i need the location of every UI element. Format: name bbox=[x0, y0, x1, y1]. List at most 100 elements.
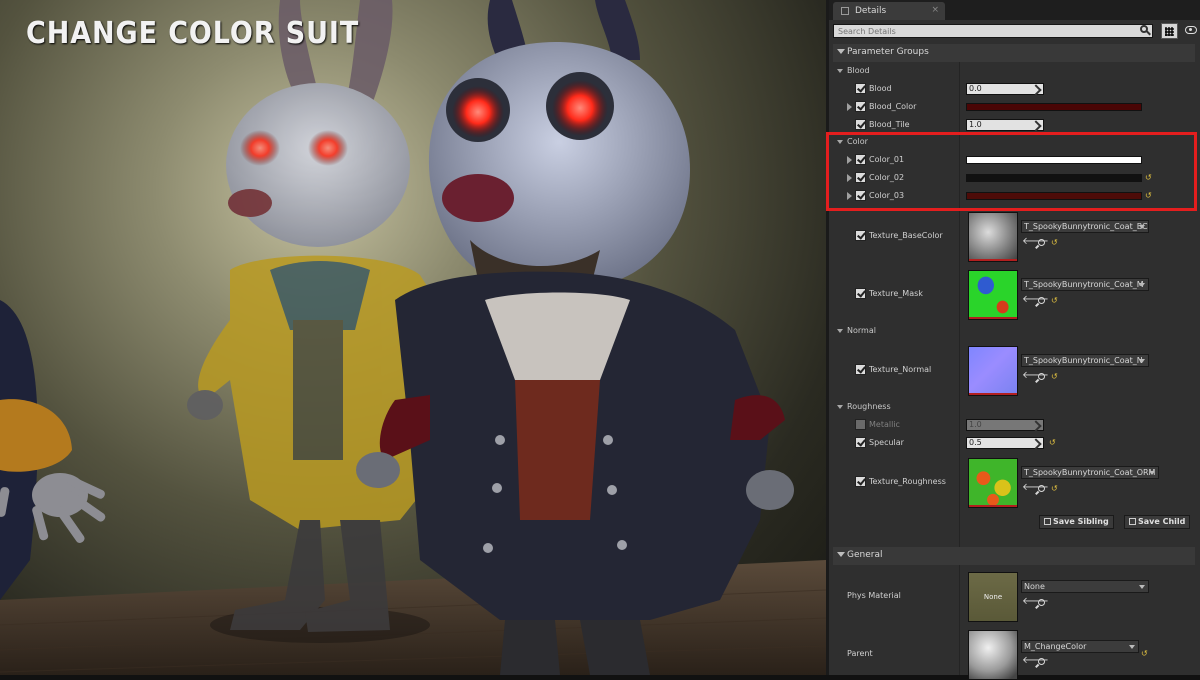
param-label: Specular bbox=[869, 438, 904, 447]
tab-details-label: Details bbox=[855, 6, 887, 16]
texture-thumbnail[interactable] bbox=[968, 346, 1018, 396]
color-03-swatch[interactable] bbox=[966, 192, 1142, 200]
use-selected-arrow-icon[interactable]: 🡐 bbox=[1022, 295, 1049, 305]
grid-icon bbox=[1165, 26, 1174, 36]
asset-picker-dropdown[interactable]: None bbox=[1021, 580, 1149, 593]
browse-icon[interactable] bbox=[1038, 373, 1045, 380]
reset-to-default-icon[interactable]: ↺ bbox=[1051, 297, 1058, 305]
reset-to-default-icon[interactable]: ↺ bbox=[1145, 192, 1152, 200]
save-sibling-button[interactable]: Save Sibling bbox=[1039, 515, 1114, 529]
save-child-label: Save Child bbox=[1138, 517, 1186, 526]
3d-viewport[interactable]: CHANGE COLOR SUIT bbox=[0, 0, 826, 675]
left-character-cuff bbox=[0, 399, 72, 472]
reset-to-default-icon[interactable]: ↺ bbox=[1141, 650, 1148, 658]
group-color[interactable]: Color bbox=[833, 134, 1195, 152]
foreground-bunny bbox=[356, 0, 794, 675]
param-blood-tile: Blood_Tile 1.0 bbox=[833, 117, 1195, 135]
override-checkbox[interactable] bbox=[855, 83, 866, 94]
save-child-button[interactable]: Save Child bbox=[1124, 515, 1191, 529]
param-phys-material: Phys Material None None 🡐 bbox=[833, 570, 1195, 624]
reset-to-default-icon[interactable]: ↺ bbox=[1051, 239, 1058, 247]
chevron-down-icon bbox=[1139, 585, 1145, 589]
override-checkbox[interactable] bbox=[855, 119, 866, 130]
eye-icon[interactable] bbox=[1185, 26, 1197, 34]
group-normal[interactable]: Normal bbox=[833, 323, 1195, 341]
close-icon[interactable]: × bbox=[931, 5, 939, 15]
blood-value-field[interactable]: 0.0 bbox=[966, 83, 1044, 96]
param-label: Texture_BaseColor bbox=[869, 231, 943, 240]
override-checkbox[interactable] bbox=[855, 476, 866, 487]
browse-icon[interactable] bbox=[1038, 485, 1045, 492]
color-01-swatch[interactable] bbox=[966, 156, 1142, 164]
expand-arrow-icon[interactable] bbox=[847, 103, 852, 111]
property-matrix-button[interactable] bbox=[1161, 23, 1178, 39]
category-parameter-groups[interactable]: Parameter Groups bbox=[833, 44, 1195, 62]
param-label: Texture_Mask bbox=[869, 289, 923, 298]
reset-to-default-icon[interactable]: ↺ bbox=[1051, 485, 1058, 493]
chevron-down-icon bbox=[1129, 645, 1135, 649]
category-general[interactable]: General bbox=[833, 547, 1195, 565]
param-label: Blood_Color bbox=[869, 102, 917, 111]
use-selected-arrow-icon[interactable]: 🡐 bbox=[1022, 483, 1049, 493]
browse-icon[interactable] bbox=[1038, 599, 1045, 606]
asset-picker-dropdown[interactable]: T_SpookyBunnytronic_Coat_N bbox=[1021, 354, 1149, 367]
asset-picker-dropdown[interactable]: T_SpookyBunnytronic_Coat_BC bbox=[1021, 220, 1149, 233]
search-icon[interactable] bbox=[1140, 25, 1148, 33]
reset-to-default-icon[interactable]: ↺ bbox=[1145, 174, 1152, 182]
field-value: 1.0 bbox=[969, 420, 982, 429]
use-selected-arrow-icon[interactable]: 🡐 bbox=[1022, 656, 1049, 666]
override-checkbox[interactable] bbox=[855, 288, 866, 299]
browse-icon[interactable] bbox=[1038, 658, 1045, 665]
override-checkbox[interactable] bbox=[855, 101, 866, 112]
expand-arrow-icon[interactable] bbox=[847, 192, 852, 200]
use-selected-arrow-icon[interactable]: 🡐 bbox=[1022, 371, 1049, 381]
asset-thumbnail[interactable] bbox=[968, 630, 1018, 680]
override-checkbox[interactable] bbox=[855, 190, 866, 201]
metallic-value-field[interactable]: 1.0 bbox=[966, 419, 1044, 432]
override-checkbox[interactable] bbox=[855, 172, 866, 183]
category-label: Parameter Groups bbox=[847, 47, 929, 57]
param-label: Color_01 bbox=[869, 155, 905, 164]
param-specular: Specular 0.5 ↺ bbox=[833, 435, 1195, 453]
blood-color-swatch[interactable] bbox=[966, 103, 1142, 111]
use-selected-arrow-icon[interactable]: 🡐 bbox=[1022, 597, 1049, 607]
asset-picker-dropdown[interactable]: M_ChangeColor bbox=[1021, 640, 1139, 653]
group-roughness[interactable]: Roughness bbox=[833, 399, 1195, 417]
texture-thumbnail[interactable] bbox=[968, 458, 1018, 508]
texture-thumbnail[interactable] bbox=[968, 212, 1018, 262]
override-checkbox[interactable] bbox=[855, 364, 866, 375]
asset-picker-dropdown[interactable]: T_SpookyBunnytronic_Coat_M bbox=[1021, 278, 1149, 291]
tab-details[interactable]: Details × bbox=[833, 2, 945, 20]
texture-thumbnail[interactable] bbox=[968, 270, 1018, 320]
thumbnail-bar bbox=[969, 317, 1017, 319]
browse-icon[interactable] bbox=[1038, 239, 1045, 246]
expand-arrow-icon[interactable] bbox=[847, 156, 852, 164]
group-label: Color bbox=[847, 137, 868, 146]
reset-to-default-icon[interactable]: ↺ bbox=[1051, 373, 1058, 381]
chevron-down-icon bbox=[1139, 283, 1145, 287]
blood-tile-value-field[interactable]: 1.0 bbox=[966, 119, 1044, 132]
override-checkbox[interactable] bbox=[855, 154, 866, 165]
overlay-title: CHANGE COLOR SUIT bbox=[26, 16, 360, 51]
param-label: Texture_Normal bbox=[869, 365, 932, 374]
param-texture-normal: Texture_Normal T_SpookyBunnytronic_Coat_… bbox=[833, 344, 1195, 398]
reset-to-default-icon[interactable]: ↺ bbox=[1049, 439, 1056, 447]
search-input[interactable] bbox=[833, 24, 1153, 38]
specular-value-field[interactable]: 0.5 bbox=[966, 437, 1044, 450]
override-checkbox[interactable] bbox=[855, 230, 866, 241]
group-blood[interactable]: Blood bbox=[833, 63, 1195, 81]
asset-thumbnail[interactable]: None bbox=[968, 572, 1018, 622]
browse-icon[interactable] bbox=[1038, 297, 1045, 304]
collapse-arrow-icon bbox=[837, 49, 845, 54]
asset-name: T_SpookyBunnytronic_Coat_N bbox=[1024, 356, 1143, 365]
override-checkbox[interactable] bbox=[855, 437, 866, 448]
asset-name: T_SpookyBunnytronic_Coat_M bbox=[1024, 280, 1144, 289]
details-tab-icon bbox=[841, 7, 849, 15]
color-02-swatch[interactable] bbox=[966, 174, 1142, 182]
collapse-arrow-icon bbox=[837, 140, 843, 144]
override-checkbox[interactable] bbox=[855, 419, 866, 430]
thumbnail-bar bbox=[969, 259, 1017, 261]
asset-picker-dropdown[interactable]: T_SpookyBunnytronic_Coat_ORM bbox=[1021, 466, 1159, 479]
use-selected-arrow-icon[interactable]: 🡐 bbox=[1022, 237, 1049, 247]
expand-arrow-icon[interactable] bbox=[847, 174, 852, 182]
